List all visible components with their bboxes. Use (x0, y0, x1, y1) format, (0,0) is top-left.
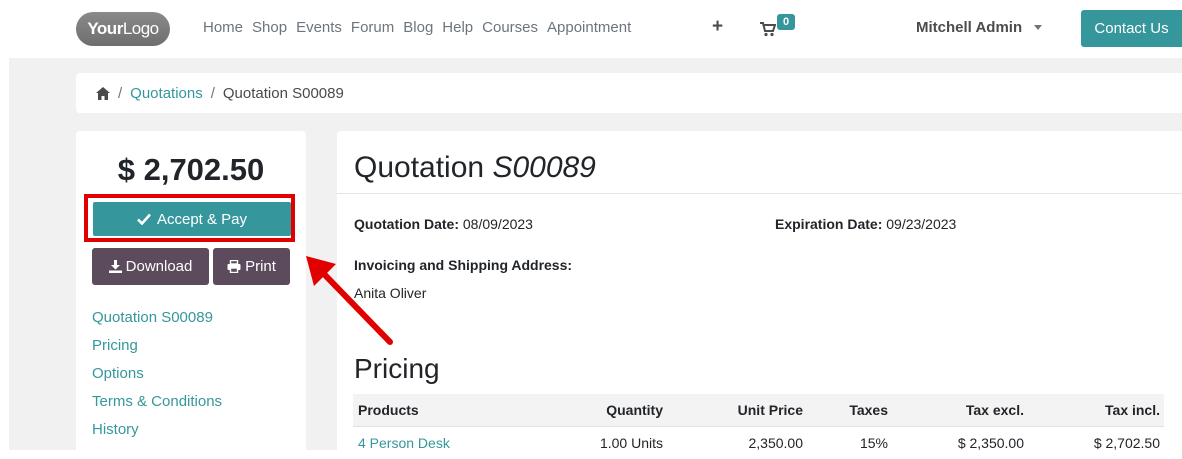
toc-link-terms[interactable]: Terms & Conditions (92, 393, 222, 421)
download-button[interactable]: Download (92, 248, 209, 285)
nav-courses[interactable]: Courses (482, 19, 538, 36)
printer-icon (227, 260, 241, 273)
row-tax-excl: $ 2,350.00 (957, 435, 1024, 451)
expiration-date-label: Expiration Date: (775, 216, 883, 232)
breadcrumb-quotations-link[interactable]: Quotations (130, 85, 203, 102)
row-quantity: 1.00 Units (599, 435, 663, 451)
nav-forum[interactable]: Forum (351, 19, 394, 36)
quotation-date-value: 08/09/2023 (462, 216, 533, 232)
product-link[interactable]: 4 Person Desk (358, 427, 450, 459)
download-icon (108, 260, 122, 273)
check-icon (137, 213, 151, 225)
accept-and-pay-button[interactable]: Accept & Pay (93, 202, 291, 236)
row-taxes: 15% (859, 435, 888, 451)
page-title: Quotation S00089 (354, 151, 596, 185)
nav-plus-icon[interactable]: + (712, 16, 723, 38)
breadcrumb-current: Quotation S00089 (222, 84, 344, 102)
breadcrumb-separator: / (210, 84, 215, 102)
logo-text-bold: Your (87, 19, 123, 38)
home-icon[interactable] (96, 86, 110, 100)
toc-link-history[interactable]: History (92, 421, 222, 449)
table-of-contents: Quotation S00089 Pricing Options Terms &… (92, 309, 222, 449)
logo-text: Logo (122, 19, 159, 38)
quotation-card: Quotation S00089 Quotation Date: 08/09/2… (337, 131, 1182, 451)
top-navbar: Your Logo Home Shop Events Forum Blog Hel… (0, 0, 1182, 58)
nav-appointment[interactable]: Appointment (547, 19, 631, 36)
nav-shop[interactable]: Shop (252, 19, 287, 36)
quotation-number: S00089 (492, 151, 596, 184)
divider (337, 193, 1182, 194)
breadcrumb: / Quotations / Quotation S00089 (76, 73, 1182, 113)
col-tax-incl: Tax incl. (1105, 402, 1160, 418)
download-label: Download (125, 258, 193, 275)
contact-us-button[interactable]: Contact Us (1081, 10, 1182, 47)
cart-count-badge: 0 (777, 14, 795, 30)
toc-link-pricing[interactable]: Pricing (92, 337, 222, 365)
breadcrumb-separator: / (118, 84, 123, 102)
quotation-date-label: Quotation Date: (354, 216, 459, 232)
user-menu[interactable]: Mitchell Admin (916, 19, 1043, 36)
col-tax-excl: Tax excl. (965, 402, 1024, 418)
row-unit-price: 2,350.00 (748, 435, 804, 451)
nav-blog[interactable]: Blog (403, 19, 433, 36)
expiration-date-value: 09/23/2023 (886, 216, 957, 232)
print-button[interactable]: Print (213, 248, 290, 285)
pricing-heading: Pricing (354, 353, 440, 384)
user-name: Mitchell Admin (916, 19, 1023, 36)
total-amount: $ 2,702.50 (117, 152, 265, 187)
main-menu: Home Shop Events Forum Blog Help Courses… (203, 19, 640, 36)
table-row: 4 Person Desk 1.00 Units 2,350.00 15% $ … (353, 426, 1164, 459)
annotation-arrow-icon (306, 256, 393, 345)
toc-link-quotation[interactable]: Quotation S00089 (92, 309, 222, 337)
chevron-down-icon (1034, 25, 1043, 30)
title-prefix: Quotation (354, 151, 485, 184)
quotation-sidebar: $ 2,702.50 Accept & Pay Download Print Q… (76, 131, 306, 450)
nav-home[interactable]: Home (203, 19, 243, 36)
col-taxes: Taxes (849, 402, 888, 418)
nav-help[interactable]: Help (442, 19, 473, 36)
accept-and-pay-label: Accept & Pay (156, 210, 248, 228)
row-tax-incl: $ 2,702.50 (1093, 435, 1160, 451)
print-label: Print (245, 258, 276, 275)
col-products: Products (358, 402, 419, 418)
col-quantity: Quantity (606, 402, 663, 418)
cart-icon[interactable] (760, 21, 776, 37)
quotation-date: Quotation Date: 08/09/2023 (354, 216, 533, 232)
pricing-table-header: Products Quantity Unit Price Taxes Tax e… (353, 394, 1164, 426)
col-unit-price: Unit Price (737, 402, 803, 418)
toc-link-options[interactable]: Options (92, 365, 222, 393)
expiration-date: Expiration Date: 09/23/2023 (775, 216, 956, 232)
company-logo[interactable]: Your Logo (76, 12, 170, 46)
nav-events[interactable]: Events (296, 19, 342, 36)
